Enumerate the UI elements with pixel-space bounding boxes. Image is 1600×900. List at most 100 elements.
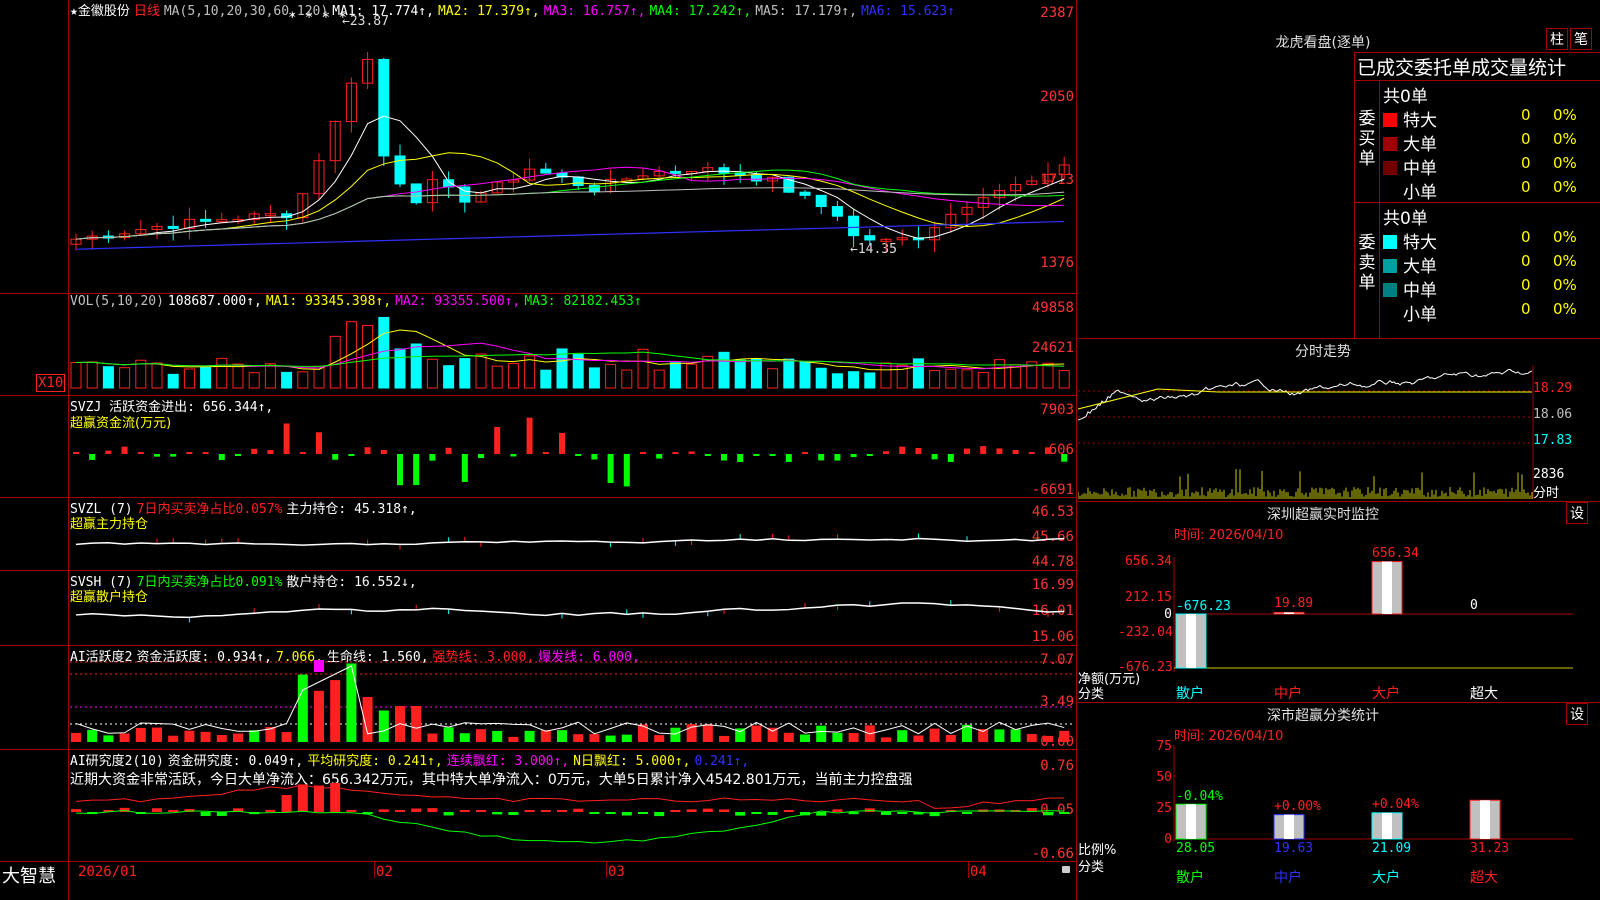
flow-bar	[461, 454, 468, 482]
activity-bar	[297, 674, 308, 742]
volume-bar	[977, 372, 989, 389]
research-bar	[783, 810, 794, 812]
volume-bar	[232, 363, 244, 389]
volume-bar	[167, 373, 179, 389]
date-tick	[968, 862, 969, 878]
volume-bar	[848, 371, 860, 389]
activity-bar	[443, 727, 454, 742]
volume-bar	[297, 371, 309, 389]
volume-bar	[70, 361, 82, 389]
svzl-panel[interactable]: SVZL (7) 7日内买卖净占比0.057% 主力持仓: 45.318↑, 超赢主…	[0, 498, 1077, 571]
activity-bar	[621, 734, 632, 742]
activity-bar	[557, 730, 567, 742]
flow-bar	[478, 454, 484, 459]
flow-bar	[1061, 454, 1068, 462]
research-bar	[848, 812, 859, 815]
activity-bar	[800, 734, 810, 742]
flow-bar	[526, 417, 533, 454]
activity-bar	[200, 731, 211, 742]
flow-bar	[137, 452, 144, 454]
buy-row: 特大 0 0%	[1383, 106, 1600, 131]
flow-bar	[186, 452, 193, 454]
activity-bar	[589, 734, 600, 742]
price-panel[interactable]: ★金徽股份 日线 MA(5,10,20,30,60,120) MA1: 17.774↑…	[0, 0, 1077, 294]
research-bar	[152, 808, 162, 812]
activity-bar	[816, 725, 827, 742]
flow-bar	[154, 454, 160, 457]
buy-total: 共0单	[1383, 87, 1428, 107]
volume-bar	[864, 372, 876, 389]
ma-line	[75, 115, 1065, 240]
flow-bar	[397, 454, 403, 486]
bar-view-button[interactable]: 柱	[1546, 28, 1568, 50]
activity-bar	[233, 733, 243, 742]
svsh-panel[interactable]: SVSH (7) 7日内买卖净占比0.091% 散户持仓: 16.552↓, 超赢散…	[0, 571, 1077, 646]
research-bar	[314, 785, 324, 812]
research-bar	[346, 809, 357, 812]
activity-bar	[848, 733, 859, 742]
activity-bar	[330, 680, 341, 742]
research-bar	[524, 810, 535, 812]
volume-panel[interactable]: VOL(5,10,20) 108687.000↑, MA1: 93345.398↑,…	[0, 294, 1077, 396]
app-logo: 大智慧	[2, 866, 56, 887]
activity-bar	[492, 730, 503, 742]
flow-bar	[1012, 449, 1019, 454]
volume-bar	[831, 373, 843, 389]
svzj-panel[interactable]: SVZJ 活跃资金进出: 656.344↑, 超赢资金流(万元) 7903 60…	[0, 396, 1077, 498]
flow-bar	[121, 446, 128, 454]
research-bar	[216, 812, 227, 816]
research-bar	[670, 810, 681, 812]
activity-peak	[314, 660, 324, 672]
research-bar	[605, 812, 616, 814]
activity-bar	[945, 734, 956, 742]
sell-orders-label: 委卖单	[1358, 233, 1376, 293]
sell-row: 特大 0 0%	[1383, 228, 1600, 253]
date-label: 02	[376, 864, 393, 880]
ai-research-chart	[71, 782, 1070, 844]
lhb-title: 龙虎看盘(逐单)	[1275, 35, 1371, 51]
candle-body	[734, 172, 746, 176]
research-bar	[281, 794, 292, 812]
buy-row: 小单 0 0%	[1383, 178, 1600, 203]
ai-research-panel[interactable]: AI研究度2(10) 资金研究度: 0.049↑, 平均研究度: 0.241↑, 连续…	[0, 750, 1077, 862]
volume-bar	[993, 359, 1005, 389]
activity-bar	[1043, 735, 1053, 742]
monitor-chart	[1173, 557, 1573, 672]
research-bar	[265, 809, 276, 812]
research-bar	[897, 812, 908, 814]
flow-bar	[251, 448, 258, 454]
volume-bar	[507, 363, 519, 389]
buy-row: 中单 0 0%	[1383, 154, 1600, 179]
volume-bar	[200, 366, 212, 389]
research-bar	[476, 809, 486, 812]
intraday-chart	[1078, 365, 1534, 499]
tick-view-button[interactable]: 笔	[1570, 28, 1592, 50]
flow-bar	[704, 454, 711, 456]
flow-bar	[299, 452, 306, 454]
ai-activity-panel[interactable]: AI活跃度2 资金活跃度: 0.934↑, 7.066, 生命线: 1.560, 强势线…	[0, 646, 1077, 750]
flow-bar	[915, 448, 922, 454]
chart-area[interactable]: ★金徽股份 日线 MA(5,10,20,30,60,120) MA1: 17.774↑…	[0, 0, 1077, 900]
classify-panel: 深市超赢分类统计 设 时间: 2026/04/10 75 50 25 0 比例%…	[1078, 703, 1600, 900]
sell-row: 大单 0 0%	[1383, 252, 1600, 277]
lock-icon[interactable]	[1062, 866, 1070, 873]
flow-bar	[866, 454, 873, 456]
candle-body	[410, 183, 422, 204]
intraday-panel[interactable]: 分时走势 18.29 18.06 17.83 2836 分时	[1078, 339, 1600, 502]
activity-bar	[476, 729, 486, 742]
research-bar	[508, 812, 519, 815]
activity-bar	[929, 728, 940, 742]
research-bar	[962, 812, 972, 814]
flow-bar	[105, 450, 112, 454]
flow-bar	[785, 454, 792, 462]
flow-bar	[283, 423, 290, 454]
volume-bar	[281, 371, 293, 389]
svzj-chart	[73, 417, 1068, 487]
volume-bar	[119, 367, 131, 389]
research-bar	[427, 808, 438, 812]
volume-bar	[86, 361, 98, 389]
research-bar	[71, 809, 81, 812]
volume-bar	[750, 358, 762, 389]
volume-bar	[378, 316, 390, 389]
volume-bar	[183, 368, 195, 389]
